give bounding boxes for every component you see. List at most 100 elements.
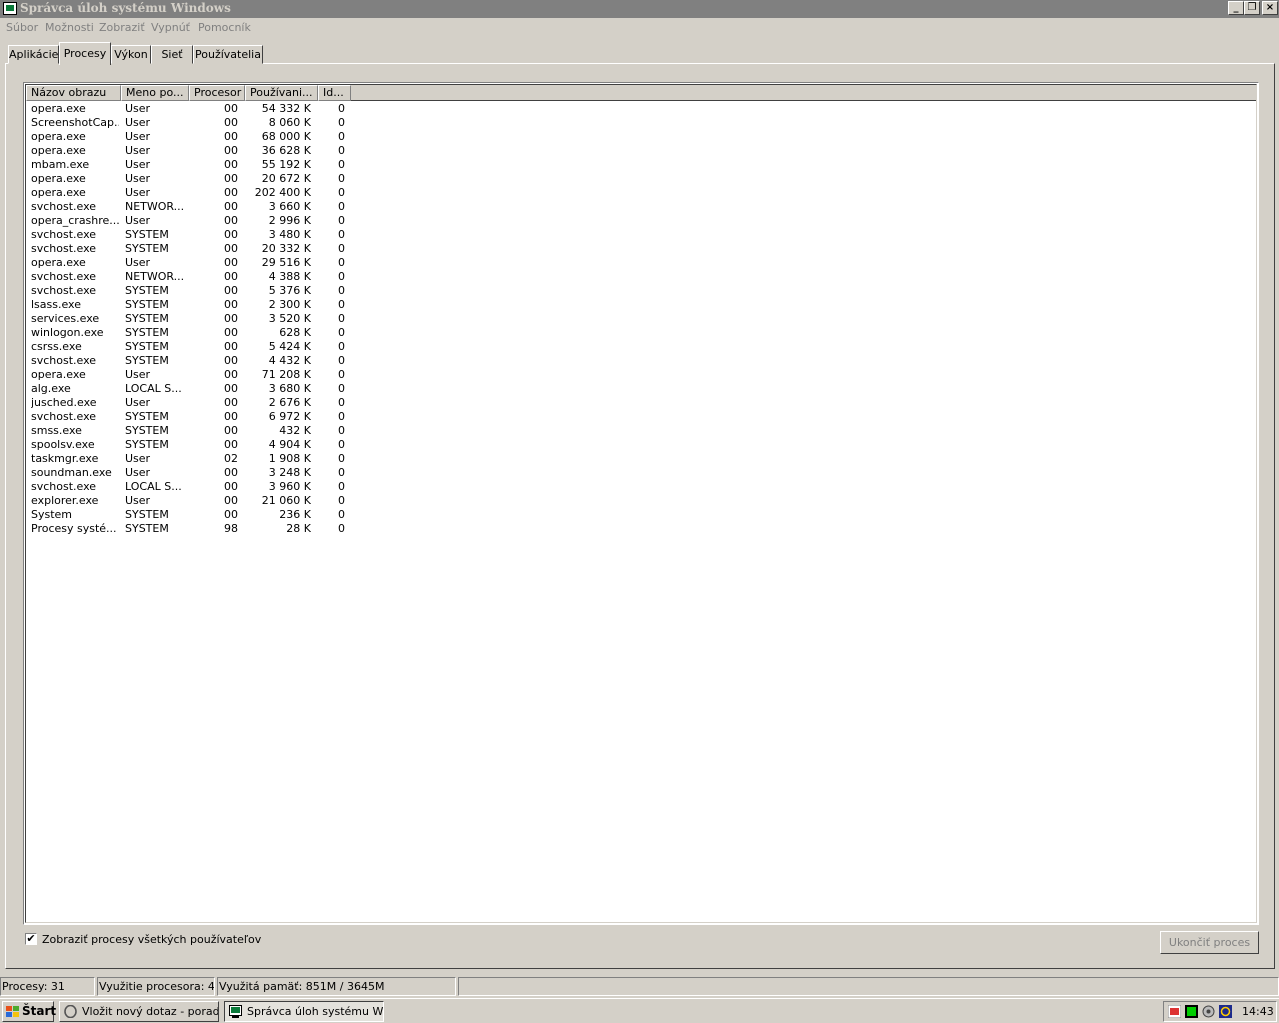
table-row[interactable]: alg.exe LOCAL S... 00 3 680 K 0 — [26, 382, 1256, 396]
column-cpu[interactable]: Procesor — [189, 85, 245, 101]
cpu-meter-icon[interactable] — [1185, 1005, 1198, 1018]
table-row[interactable]: ScreenshotCap... User 00 8 060 K 0 — [26, 116, 1256, 130]
close-button[interactable]: × — [1262, 1, 1278, 15]
process-cpu: 00 — [224, 466, 238, 479]
table-row[interactable]: opera.exe User 00 54 332 K 0 — [26, 102, 1256, 116]
column-id[interactable]: Id... — [318, 85, 351, 101]
process-session-id: 0 — [338, 480, 345, 493]
column-user-name[interactable]: Meno po... — [121, 85, 189, 101]
menu-view[interactable]: Zobraziť — [99, 21, 145, 34]
table-row[interactable]: smss.exe SYSTEM 00 432 K 0 — [26, 424, 1256, 438]
process-user: SYSTEM — [125, 326, 169, 339]
process-user: SYSTEM — [125, 242, 169, 255]
table-row[interactable]: csrss.exe SYSTEM 00 5 424 K 0 — [26, 340, 1256, 354]
table-row[interactable]: svchost.exe SYSTEM 00 6 972 K 0 — [26, 410, 1256, 424]
taskbar-button-label: Správca úloh systému Wi... — [247, 1005, 384, 1018]
process-memory: 3 520 K — [268, 312, 311, 325]
process-memory: 55 192 K — [261, 158, 311, 171]
table-row[interactable]: opera.exe User 00 36 628 K 0 — [26, 144, 1256, 158]
table-row[interactable]: opera.exe User 00 68 000 K 0 — [26, 130, 1256, 144]
menu-file[interactable]: Súbor — [6, 21, 38, 34]
process-cpu: 00 — [224, 116, 238, 129]
show-all-users-label[interactable]: Zobraziť procesy všetkých používateľov — [42, 933, 261, 946]
process-list[interactable]: Názov obrazu Meno po... Procesor Používa… — [23, 82, 1259, 925]
process-session-id: 0 — [338, 242, 345, 255]
table-row[interactable]: explorer.exe User 00 21 060 K 0 — [26, 494, 1256, 508]
menu-help[interactable]: Pomocník — [198, 21, 251, 34]
process-session-id: 0 — [338, 214, 345, 227]
table-row[interactable]: services.exe SYSTEM 00 3 520 K 0 — [26, 312, 1256, 326]
network-icon[interactable] — [1219, 1005, 1232, 1018]
table-row[interactable]: svchost.exe SYSTEM 00 4 432 K 0 — [26, 354, 1256, 368]
process-name: opera.exe — [31, 102, 86, 115]
table-row[interactable]: svchost.exe SYSTEM 00 3 480 K 0 — [26, 228, 1256, 242]
process-memory: 36 628 K — [261, 144, 311, 157]
sound-icon[interactable] — [1202, 1005, 1215, 1018]
table-row[interactable]: svchost.exe LOCAL S... 00 3 960 K 0 — [26, 480, 1256, 494]
process-memory: 2 676 K — [268, 396, 311, 409]
start-button[interactable]: Štart — [2, 1001, 56, 1022]
process-cpu: 00 — [224, 326, 238, 339]
table-row[interactable]: opera.exe User 00 29 516 K 0 — [26, 256, 1256, 270]
opera-icon — [64, 1005, 77, 1018]
table-row[interactable]: opera.exe User 00 20 672 K 0 — [26, 172, 1256, 186]
end-process-button[interactable]: Ukončiť proces — [1160, 931, 1259, 954]
process-user: User — [125, 452, 151, 465]
process-session-id: 0 — [338, 522, 345, 535]
table-row[interactable]: svchost.exe NETWOR... 00 4 388 K 0 — [26, 270, 1256, 284]
show-all-users-checkbox[interactable]: ✔ — [25, 933, 37, 945]
process-session-id: 0 — [338, 326, 345, 339]
table-row[interactable]: System SYSTEM 00 236 K 0 — [26, 508, 1256, 522]
process-name: opera_crashre... — [31, 214, 119, 227]
column-mem-usage[interactable]: Používani... — [245, 85, 318, 101]
process-user: User — [125, 144, 151, 157]
process-memory: 20 672 K — [261, 172, 311, 185]
table-row[interactable]: opera.exe User 00 71 208 K 0 — [26, 368, 1256, 382]
table-row[interactable]: soundman.exe User 00 3 248 K 0 — [26, 466, 1256, 480]
table-row[interactable]: svchost.exe NETWOR... 00 3 660 K 0 — [26, 200, 1256, 214]
table-row[interactable]: opera_crashre... User 00 2 996 K 0 — [26, 214, 1256, 228]
process-name: opera.exe — [31, 172, 86, 185]
column-image-name[interactable]: Názov obrazu — [26, 85, 121, 101]
table-row[interactable]: opera.exe User 00 202 400 K 0 — [26, 186, 1256, 200]
process-session-id: 0 — [338, 228, 345, 241]
tab-processes[interactable]: Procesy — [59, 42, 111, 65]
process-name: svchost.exe — [31, 228, 97, 241]
taskbar-button-task-manager[interactable]: Správca úloh systému Wi... — [224, 1001, 384, 1022]
table-row[interactable]: winlogon.exe SYSTEM 00 628 K 0 — [26, 326, 1256, 340]
table-row[interactable]: lsass.exe SYSTEM 00 2 300 K 0 — [26, 298, 1256, 312]
tab-performance[interactable]: Výkon — [111, 45, 151, 64]
process-cpu: 00 — [224, 480, 238, 493]
process-session-id: 0 — [338, 200, 345, 213]
process-session-id: 0 — [338, 298, 345, 311]
language-indicator-icon[interactable] — [1168, 1005, 1181, 1018]
table-row[interactable]: Procesy systé... SYSTEM 98 28 K 0 — [26, 522, 1256, 536]
tab-applications[interactable]: Aplikácie — [8, 45, 59, 64]
process-session-id: 0 — [338, 186, 345, 199]
process-name: opera.exe — [31, 130, 86, 143]
minimize-button[interactable]: _ — [1228, 1, 1244, 15]
window-title: Správca úloh systému Windows — [20, 1, 231, 15]
menu-shutdown[interactable]: Vypnúť — [151, 21, 190, 34]
table-row[interactable]: taskmgr.exe User 02 1 908 K 0 — [26, 452, 1256, 466]
title-bar[interactable]: Správca úloh systému Windows _ ❐ × — [0, 0, 1279, 18]
tab-users[interactable]: Používatelia — [193, 45, 263, 64]
process-session-id: 0 — [338, 102, 345, 115]
process-session-id: 0 — [338, 452, 345, 465]
process-cpu: 00 — [224, 172, 238, 185]
table-row[interactable]: mbam.exe User 00 55 192 K 0 — [26, 158, 1256, 172]
taskbar-button-opera[interactable]: Vložit nový dotaz - porad... — [59, 1001, 219, 1022]
process-memory: 2 300 K — [268, 298, 311, 311]
table-row[interactable]: svchost.exe SYSTEM 00 20 332 K 0 — [26, 242, 1256, 256]
process-session-id: 0 — [338, 312, 345, 325]
tab-network[interactable]: Sieť — [151, 45, 193, 64]
table-row[interactable]: jusched.exe User 00 2 676 K 0 — [26, 396, 1256, 410]
menu-options[interactable]: Možnosti — [45, 21, 94, 34]
process-user: SYSTEM — [125, 228, 169, 241]
process-user: LOCAL S... — [125, 382, 182, 395]
restore-button[interactable]: ❐ — [1244, 1, 1260, 15]
process-cpu: 00 — [224, 340, 238, 353]
task-manager-window: Správca úloh systému Windows _ ❐ × Súbor… — [0, 0, 1279, 998]
table-row[interactable]: spoolsv.exe SYSTEM 00 4 904 K 0 — [26, 438, 1256, 452]
table-row[interactable]: svchost.exe SYSTEM 00 5 376 K 0 — [26, 284, 1256, 298]
